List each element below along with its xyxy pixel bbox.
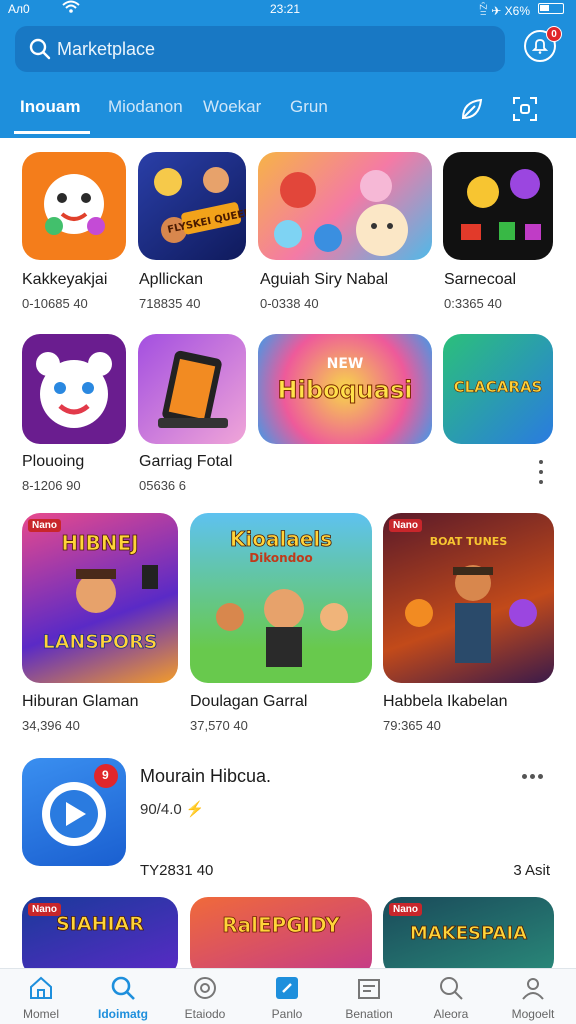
leaf-icon[interactable] xyxy=(459,96,485,122)
app-name: Garriag Fotal xyxy=(139,453,233,470)
app-name: Habbela Ikabelan xyxy=(383,693,508,710)
banner-title: RalEPGIDY xyxy=(222,913,340,938)
app-name: Kakkeyakjai xyxy=(22,271,108,288)
featured-app-icon[interactable]: 9 xyxy=(22,758,126,866)
featured-title: Mourain Hibcua. xyxy=(140,766,272,786)
adventure-heroes-icon xyxy=(216,589,348,667)
cartoon-animals-icon xyxy=(274,170,408,256)
featured-badge: 9 xyxy=(102,768,109,782)
home-icon xyxy=(30,976,52,999)
featured-stat: TY2831 40 xyxy=(140,862,214,879)
app-meta: 79:365 40 xyxy=(383,718,441,733)
notification-badge: 0 xyxy=(546,26,562,42)
banner-subtitle: LANSPORS xyxy=(42,631,158,654)
app-tile-aguiah[interactable] xyxy=(258,152,432,260)
app-meta: 718835 40 xyxy=(139,296,201,311)
featured-more-icon[interactable] xyxy=(522,766,550,782)
app-tile-hiburan[interactable]: Nano HIBNEJ LANSPORS xyxy=(22,513,178,683)
search-icon xyxy=(111,976,135,1000)
bell-icon xyxy=(531,39,549,54)
app-tile-sarnecoal[interactable] xyxy=(443,152,553,260)
library-icon xyxy=(358,979,380,999)
app-name: Doulagan Garral xyxy=(190,693,308,710)
featured-action[interactable]: 3 Asit xyxy=(513,862,550,879)
notifications-button[interactable]: 0 xyxy=(524,26,562,62)
fantasy-heroes-icon xyxy=(405,565,537,663)
app-meta: 0-10685 40 xyxy=(22,296,88,311)
tab-grun[interactable]: Grun xyxy=(290,97,328,117)
app-meta: 05636 6 xyxy=(139,478,186,493)
tag-label: Nano xyxy=(389,903,422,916)
app-tile-clacaras[interactable]: CLACARAS xyxy=(443,334,553,444)
status-carrier: Ал0 xyxy=(8,2,30,16)
banner-title: SIAHIAR xyxy=(56,913,145,936)
scan-icon[interactable] xyxy=(512,96,538,122)
cartoon-face-icon xyxy=(44,174,105,235)
app-header: Ал0 23:21 ꊁ ✈ X6% Marketplace 0 Inouam M… xyxy=(0,0,576,138)
app-tile-makespaia[interactable]: Nano MAKESPAIA xyxy=(383,897,554,977)
app-name: Plouoing xyxy=(22,453,85,470)
search-placeholder: Marketplace xyxy=(57,39,156,59)
battery-icon xyxy=(538,3,564,14)
app-tile-ralepgidy[interactable]: RalEPGIDY xyxy=(190,897,372,977)
nav-item-home[interactable]: Momel xyxy=(0,969,82,1024)
apps-icon xyxy=(276,977,298,999)
nav-item-discover[interactable]: Etaiodo xyxy=(164,969,246,1024)
banner-title: CLACARAS xyxy=(453,378,543,397)
app-tile-kakkeyakjai[interactable] xyxy=(22,152,126,260)
status-indicators: ꊁ ✈ X6% xyxy=(478,4,530,18)
app-tile-hiboquasi[interactable]: NEW Hiboquasi xyxy=(258,334,432,444)
app-name: Apllickan xyxy=(139,271,204,288)
tab-inouam[interactable]: Inouam xyxy=(20,97,80,117)
banner-title: MAKESPAIA xyxy=(409,923,528,945)
app-meta: 0:3365 40 xyxy=(444,296,502,311)
find-icon xyxy=(440,977,463,1000)
app-tile-siahiar[interactable]: Nano SIAHIAR xyxy=(22,897,178,977)
app-tile-plouoing[interactable] xyxy=(22,334,126,444)
app-meta: 8-1206 90 xyxy=(22,478,81,493)
nav-item-library[interactable]: Benation xyxy=(328,969,410,1024)
wifi-icon xyxy=(62,0,80,13)
video-chat-icon xyxy=(42,764,118,846)
search-icon xyxy=(29,38,51,60)
status-time: 23:21 xyxy=(270,2,301,16)
app-tile-garriag[interactable] xyxy=(138,334,246,444)
search-input[interactable]: Marketplace xyxy=(15,26,505,72)
category-tabs: Inouam Miodanon Woekar Grun xyxy=(0,92,576,138)
bottom-nav: Momel Idoimatg Etaiodo Panlo Benation Al… xyxy=(0,968,576,1024)
nav-item-find[interactable]: Aleora xyxy=(410,969,492,1024)
app-tile-apllickan[interactable]: FLYSKEI QUEEN xyxy=(138,152,246,260)
banner-title: Hiboquasi xyxy=(277,376,413,405)
app-meta: 34,396 40 xyxy=(22,718,80,733)
app-name: Sarnecoal xyxy=(444,271,517,288)
tablet-icon xyxy=(158,350,228,428)
app-meta: 37,570 40 xyxy=(190,718,248,733)
nav-item-search[interactable]: Idoimatg xyxy=(82,969,164,1024)
app-name: Hiburan Glaman xyxy=(22,693,139,710)
featured-meta: 90/4.0 ⚡ xyxy=(140,801,205,818)
tab-woekar[interactable]: Woekar xyxy=(203,97,261,117)
tab-miodanon[interactable]: Miodanon xyxy=(108,97,183,117)
app-meta: 0-0338 40 xyxy=(260,296,319,311)
more-options-icon[interactable] xyxy=(531,460,551,494)
app-name: Aguiah Siry Nabal xyxy=(260,271,389,288)
bear-face-icon xyxy=(36,352,112,428)
app-tile-habbela[interactable]: Nano BOAT TUNES xyxy=(383,513,554,683)
nav-item-apps[interactable]: Panlo xyxy=(246,969,328,1024)
status-bar: Ал0 23:21 ꊁ ✈ X6% xyxy=(0,0,576,18)
nav-item-profile[interactable]: Mogoelt xyxy=(492,969,574,1024)
profile-icon xyxy=(522,978,544,1000)
banner-new-label: NEW xyxy=(326,356,364,372)
discover-icon xyxy=(194,977,216,999)
app-tile-doulagan[interactable]: Kioalaels Dikondoo xyxy=(190,513,372,683)
game-heroes-icon xyxy=(154,167,242,243)
active-tab-indicator xyxy=(14,131,90,134)
cowboy-hero-icon xyxy=(76,565,158,613)
game-pieces-icon xyxy=(461,169,541,240)
